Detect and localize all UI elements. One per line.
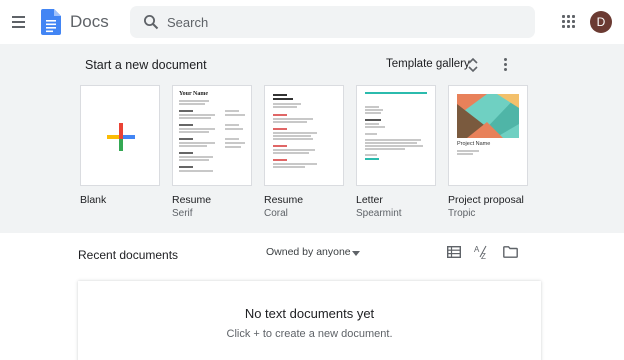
app-name[interactable]: Docs — [70, 12, 109, 32]
template-gallery-button[interactable]: Template gallery — [386, 58, 470, 70]
docs-logo-icon[interactable] — [41, 9, 61, 35]
avatar[interactable]: D — [590, 11, 612, 33]
app-header: Docs D — [0, 0, 624, 44]
section-title: Start a new document — [85, 58, 207, 72]
sort-az-icon[interactable]: A Z — [474, 244, 490, 260]
search-icon[interactable] — [143, 14, 159, 30]
thumb-graphic — [457, 94, 519, 138]
template-name: Letter — [356, 194, 383, 206]
plus-icon — [107, 123, 135, 151]
search-bar[interactable] — [130, 6, 535, 38]
thumb-heading: Project Name — [457, 141, 491, 147]
template-name: Resume — [264, 194, 304, 206]
empty-state-subtitle: Click + to create a new document. — [226, 328, 393, 340]
template-subtitle: Serif — [172, 208, 193, 219]
recent-documents-title: Recent documents — [78, 248, 179, 262]
template-thumbnail[interactable] — [264, 85, 344, 186]
template-subtitle: Coral — [264, 208, 288, 219]
template-resume-coral[interactable]: Resume Coral — [264, 85, 344, 219]
thumb-heading: Your Name — [179, 91, 209, 97]
template-name: Project proposal — [448, 194, 524, 206]
menu-icon[interactable] — [9, 12, 29, 32]
list-view-icon[interactable] — [447, 246, 461, 258]
owner-filter-dropdown[interactable]: Owned by anyone — [266, 246, 351, 258]
template-name: Blank — [80, 194, 107, 206]
template-resume-serif[interactable]: Your Name Resume Serif — [172, 85, 252, 219]
empty-state-title: No text documents yet — [244, 306, 375, 321]
empty-state-card: No text documents yet Click + to create … — [78, 281, 541, 360]
template-thumbnail[interactable]: Project Name — [448, 85, 528, 186]
chevron-down-icon[interactable] — [352, 251, 360, 256]
template-section: Start a new document Template gallery Bl… — [0, 44, 624, 233]
template-subtitle: Spearmint — [356, 208, 402, 219]
apps-icon[interactable] — [562, 15, 576, 29]
template-subtitle: Tropic — [448, 208, 476, 219]
template-thumbnail[interactable] — [80, 85, 160, 186]
unfold-icon[interactable] — [467, 56, 479, 74]
svg-text:A: A — [474, 245, 480, 254]
template-project-proposal-tropic[interactable]: Project Name Project proposal Tropic — [448, 85, 528, 219]
template-name: Resume — [172, 194, 212, 206]
template-thumbnail[interactable]: Your Name — [172, 85, 252, 186]
template-thumbnail[interactable] — [356, 85, 436, 186]
folder-icon[interactable] — [503, 246, 518, 258]
template-blank[interactable]: Blank — [80, 85, 160, 208]
template-letter-spearmint[interactable]: Letter Spearmint — [356, 85, 436, 219]
search-input[interactable] — [167, 10, 527, 34]
more-vert-icon[interactable] — [500, 57, 512, 73]
